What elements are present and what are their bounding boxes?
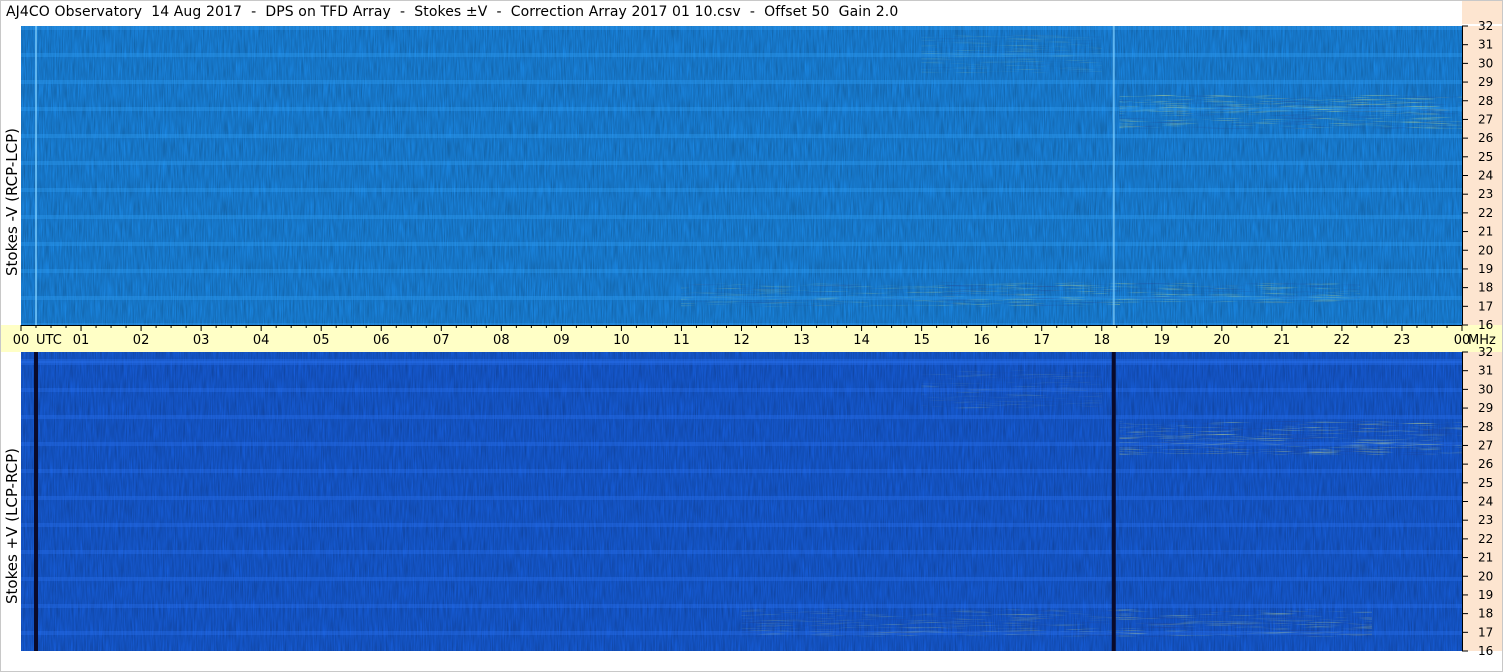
activity-bright-1 <box>681 283 940 307</box>
x-tick-label: 15 <box>913 333 930 348</box>
y-tick-label: 19 <box>1478 588 1493 602</box>
activity-bright-2 <box>1119 283 1360 303</box>
y-tick-label: 23 <box>1478 513 1493 527</box>
stokes-minus-v-panel <box>21 26 1462 327</box>
vertical-line-0 <box>34 352 39 651</box>
x-tick-label: 17 <box>1033 333 1050 348</box>
x-tick-label: 22 <box>1334 333 1351 348</box>
utc-axis: 00 01 02 03 04 05 06 07 08 09 10 11 12 13 14 15 16 17 18 19… <box>0 325 1503 352</box>
spectrogram-band <box>21 188 1462 192</box>
x-tick-label: 14 <box>853 333 870 348</box>
vertical-line-1 <box>1112 26 1115 325</box>
y-tick-label: 26 <box>1478 131 1493 145</box>
utc-unit-label: UTC <box>36 333 62 348</box>
spectrogram-band <box>21 577 1462 581</box>
y-tick-label: 23 <box>1478 187 1493 201</box>
y-tick-label: 28 <box>1478 94 1493 108</box>
y-tick-label: 22 <box>1478 532 1493 546</box>
y-tick-label: 29 <box>1478 75 1493 89</box>
stokes-plus-v-panel <box>21 352 1462 651</box>
spectrogram-band <box>21 550 1462 554</box>
x-tick-label: 16 <box>973 333 990 348</box>
spectrogram-canvas: 00 01 02 03 04 05 06 07 08 09 10 11 12 13 14 15 16 17 18 19… <box>0 0 1503 672</box>
x-tick-label: 07 <box>433 333 450 348</box>
x-tick-label: 00 <box>13 333 30 348</box>
spectrogram-band <box>21 388 1462 392</box>
spectrogram-band <box>21 215 1462 219</box>
spectrogram-band <box>21 242 1462 246</box>
x-tick-label: 20 <box>1214 333 1231 348</box>
activity-bright-0 <box>741 609 1120 637</box>
spectrogram-band <box>21 415 1462 419</box>
y-tick-label: 25 <box>1478 476 1493 490</box>
activity-bright-1 <box>1119 609 1372 637</box>
y-tick-label: 30 <box>1478 56 1493 70</box>
y-tick-label: 16 <box>1478 644 1493 658</box>
x-tick-label: 02 <box>133 333 150 348</box>
spectrogram-band <box>21 134 1462 138</box>
y-tick-label: 19 <box>1478 262 1493 276</box>
y-tick-label: 25 <box>1478 150 1493 164</box>
x-tick-label: 19 <box>1154 333 1171 348</box>
y-tick-label: 24 <box>1478 169 1493 183</box>
y-tick-label: 31 <box>1478 38 1493 52</box>
spectrogram-band <box>21 359 1462 363</box>
y-tick-label: 24 <box>1478 495 1493 509</box>
x-tick-label: 10 <box>613 333 630 348</box>
y-tick-label: 20 <box>1478 569 1493 583</box>
spectrogram-band <box>21 496 1462 500</box>
spectrogram-band <box>21 53 1462 57</box>
y-tick-label: 22 <box>1478 206 1493 220</box>
x-tick-label: 09 <box>553 333 570 348</box>
x-tick-label: 12 <box>733 333 750 348</box>
activity-bright-4 <box>921 35 1102 73</box>
y-tick-label: 29 <box>1478 401 1493 415</box>
x-tick-label: 21 <box>1274 333 1291 348</box>
spectrogram-band <box>21 604 1462 608</box>
spectrogram-band <box>21 469 1462 473</box>
stokes-minus-v-label: Stokes -V (RCP-LCP) <box>3 128 21 276</box>
x-tick-label: 04 <box>253 333 270 348</box>
activity-bright-2 <box>1119 421 1462 455</box>
y-tick-label: 21 <box>1478 551 1493 565</box>
x-tick-label: 23 <box>1394 333 1411 348</box>
vertical-line-1 <box>1111 352 1116 651</box>
activity-bright-0 <box>939 282 1120 307</box>
y-tick-label: 16 <box>1478 318 1493 332</box>
spectrogram-noise <box>21 26 1462 325</box>
x-tick-label: 06 <box>373 333 390 348</box>
stokes-plus-v-label: Stokes +V (LCP-RCP) <box>3 448 21 604</box>
y-tick-label: 28 <box>1478 420 1493 434</box>
x-tick-label: 05 <box>313 333 330 348</box>
y-tick-label: 17 <box>1478 299 1493 313</box>
spectrogram-window: AJ4CO Observatory 14 Aug 2017 - DPS on T… <box>0 0 1503 672</box>
y-tick-label: 32 <box>1478 19 1493 33</box>
x-tick-label: 03 <box>193 333 210 348</box>
y-tick-label: 20 <box>1478 243 1493 257</box>
spectrogram-band <box>21 269 1462 273</box>
y-tick-label: 17 <box>1478 625 1493 639</box>
x-tick-label: 11 <box>673 333 690 348</box>
y-tick-label: 27 <box>1478 112 1493 126</box>
activity-bright-3 <box>921 370 1102 409</box>
y-tick-label: 30 <box>1478 382 1493 396</box>
y-tick-label: 27 <box>1478 438 1493 452</box>
y-tick-label: 26 <box>1478 457 1493 471</box>
y-tick-label: 32 <box>1478 345 1493 359</box>
spectrogram-band <box>21 161 1462 165</box>
spectrogram-band <box>21 26 1462 30</box>
y-tick-label: 21 <box>1478 225 1493 239</box>
vertical-line-0 <box>35 26 38 325</box>
spectrogram-band <box>21 80 1462 84</box>
activity-bright-3 <box>1119 95 1462 129</box>
y-tick-label: 18 <box>1478 281 1493 295</box>
x-tick-label: 01 <box>73 333 90 348</box>
x-tick-label: 13 <box>793 333 810 348</box>
y-tick-label: 31 <box>1478 364 1493 378</box>
x-tick-label: 08 <box>493 333 510 348</box>
spectrogram-band <box>21 523 1462 527</box>
y-tick-label: 18 <box>1478 607 1493 621</box>
x-tick-label: 18 <box>1093 333 1110 348</box>
